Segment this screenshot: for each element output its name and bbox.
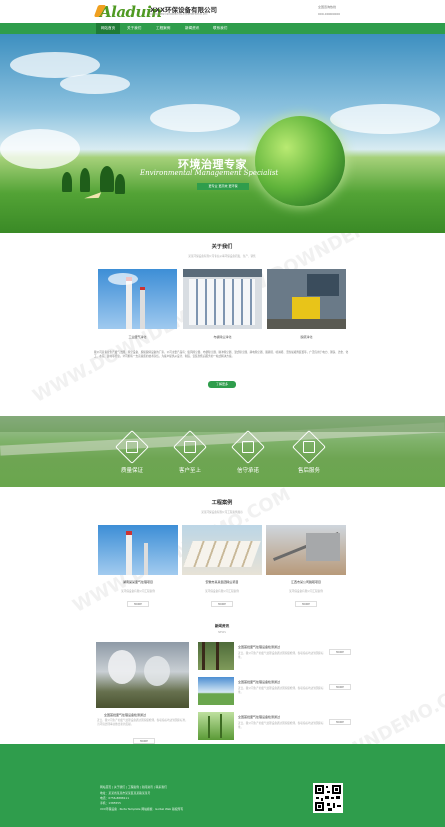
about-title: 关于我们 [211, 244, 233, 250]
value-label: 信守承诺 [236, 468, 259, 474]
case-more-button[interactable]: MORE [127, 601, 149, 607]
case-image[interactable] [98, 525, 178, 575]
news-thumbnail[interactable] [198, 642, 234, 670]
cloud [0, 129, 80, 169]
footer-phone: 电话：0756-8888111 [100, 796, 129, 800]
case-more-button[interactable]: MORE [295, 601, 317, 607]
paper-plane [84, 192, 103, 201]
cases-title: 工程案例 [211, 500, 233, 506]
nav-item-home[interactable]: 网站首页 [96, 23, 120, 34]
hotline-number: 000-00000000 [318, 12, 341, 16]
news-item-desc: 近日，我公司生产的废气处理设备通过国家级检测，各项指标均达到国家标准。 [238, 687, 324, 694]
nav-item-contact[interactable]: 联系我们 [213, 23, 227, 34]
case-title[interactable]: 湖南某某废气处理项目 [98, 580, 178, 584]
tree [80, 168, 90, 192]
nav-item-news[interactable]: 新闻资讯 [185, 23, 199, 34]
site-header: Aladuin XXX环保设备有限公司 XXXXXXENVIRONMENTALE… [0, 0, 445, 23]
case-description: 某环保设备有限公司工程案例 [289, 590, 323, 593]
case-more-button[interactable]: MORE [211, 601, 233, 607]
about-image-machine[interactable] [267, 269, 346, 329]
news-item-more-button[interactable]: MORE [329, 719, 351, 725]
news-subtitle: NEWS [218, 631, 226, 634]
about-image-filters[interactable] [183, 269, 262, 329]
about-caption: 脱硫净化 [300, 335, 313, 339]
news-item-title[interactable]: 全国首批废气处理设备检测通过 [238, 645, 280, 649]
case-title[interactable]: 江西市某公司脱硫项目 [266, 580, 346, 584]
news-title: 新闻资讯 [214, 624, 230, 628]
about-image-chimney[interactable] [98, 269, 177, 329]
company-english-name: XXXXXXENVIRONMENTALEQUIPMENTCO.LTD [150, 13, 208, 16]
case-title[interactable]: 安徽市某某集团除尘项目 [182, 580, 262, 584]
case-description: 某环保设备有限公司工程案例 [121, 590, 155, 593]
news-item-title[interactable]: 全国首批废气处理设备检测通过 [238, 680, 280, 684]
news-item-more-button[interactable]: MORE [329, 649, 351, 655]
news-item-more-button[interactable]: MORE [329, 684, 351, 690]
tree [62, 172, 72, 192]
news-featured-title[interactable]: 全国首批废气处理设备检测通过 [104, 713, 146, 717]
cloud [150, 104, 240, 132]
cloud [60, 74, 130, 94]
hotline-label: 全国咨询热线 [318, 5, 337, 9]
site-footer [0, 744, 445, 827]
value-label: 质量保证 [120, 468, 143, 474]
news-thumbnail[interactable] [198, 712, 234, 740]
main-nav: 网站首页 关于我们 工程案例 新闻资讯 联系我们 [0, 23, 445, 34]
about-subtitle: 某某环保设备有限公司专业从事环保设备研发、生产、销售 [188, 255, 256, 258]
about-caption: 布袋除尘净化 [213, 335, 232, 339]
news-thumbnail[interactable] [198, 677, 234, 705]
banner-subtitle: Environmental Management Specialist [140, 169, 279, 177]
value-label: 客户至上 [178, 468, 201, 474]
banner-tag: 更专业 更高效 更环保 [197, 183, 249, 190]
footer-address: 地址：某某省某某市某某区某某路某某号 [100, 791, 151, 795]
about-more-button[interactable]: 了解更多 [208, 381, 236, 388]
footer-mobile: 手机：1385555 [100, 801, 121, 805]
footer-links[interactable]: 网站首页 | 关于我们 | 工程案例 | 新闻资讯 | 联系我们 [100, 785, 167, 789]
value-label: 售后服务 [297, 468, 320, 474]
news-featured-image[interactable] [96, 642, 189, 708]
tree [115, 174, 125, 194]
news-item-desc: 近日，我公司生产的废气处理设备通过国家级检测，各项指标均达到国家标准。 [238, 652, 324, 659]
tree [100, 166, 114, 192]
cloud [330, 104, 440, 134]
news-item-title[interactable]: 全国首批废气处理设备检测通过 [238, 715, 280, 719]
cases-subtitle: 某某环保设备有限公司工程案例展示 [201, 511, 243, 514]
hero-banner: 环境治理专家 Environmental Management Speciali… [0, 34, 445, 233]
nav-item-cases[interactable]: 工程案例 [156, 23, 170, 34]
news-item-desc: 近日，我公司生产的废气处理设备通过国家级检测，各项指标均达到国家标准。 [238, 722, 324, 729]
news-featured-desc: 近日，我公司生产的废气处理设备通过国家级检测，各项指标均达到国家标准，为环境治理… [97, 719, 188, 726]
earth-globe [255, 116, 345, 206]
values-strip [0, 416, 445, 487]
about-caption: 工业废气净化 [128, 335, 147, 339]
nav-item-about[interactable]: 关于我们 [127, 23, 141, 34]
qr-code [313, 783, 343, 813]
about-description: 我公司是专业生产废气治理、除尘设备、脱硫脱硝设备的厂家，公司主要产品有：旋风除尘… [94, 351, 349, 358]
case-image[interactable] [182, 525, 262, 575]
footer-copyright: XXX环保设备 · Ruite Template 网站模板 · Golbel W… [100, 807, 184, 811]
case-description: 某环保设备有限公司工程案例 [205, 590, 239, 593]
case-image[interactable] [266, 525, 346, 575]
